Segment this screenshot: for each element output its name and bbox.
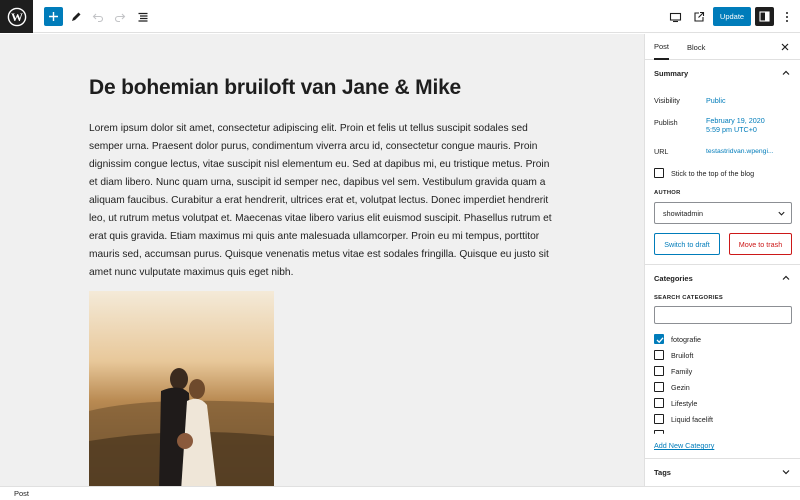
url-value[interactable]: testastridvan.wpengi... — [706, 147, 774, 157]
category-checkbox-partial[interactable] — [654, 430, 664, 434]
category-checkbox-bruiloft[interactable] — [654, 350, 664, 360]
author-label: AUTHOR — [654, 190, 681, 196]
view-post-icon[interactable] — [689, 7, 708, 26]
category-checkbox-lifestyle[interactable] — [654, 398, 664, 408]
category-label: Bruiloft — [671, 351, 694, 360]
visibility-value[interactable]: Public — [706, 96, 726, 106]
move-to-trash-button[interactable]: Move to trash — [729, 233, 792, 255]
add-block-icon[interactable] — [44, 7, 63, 26]
tools-pencil-icon[interactable] — [66, 7, 85, 26]
chevron-down-icon — [778, 211, 785, 216]
sticky-checkbox[interactable] — [654, 168, 664, 178]
redo-icon[interactable] — [110, 7, 129, 26]
search-categories-input[interactable] — [654, 306, 792, 324]
settings-sidebar-icon[interactable] — [755, 7, 774, 26]
summary-heading[interactable]: Summary — [654, 69, 688, 78]
divider — [645, 264, 800, 265]
svg-text:W: W — [11, 10, 23, 24]
wedding-couple-image[interactable] — [89, 291, 274, 486]
breadcrumb-bar: Post — [0, 486, 800, 500]
wordpress-logo-icon[interactable]: W — [0, 0, 33, 33]
publish-time[interactable]: 5:59 pm UTC+0 — [706, 125, 757, 135]
category-label: fotografie — [671, 335, 701, 344]
close-icon[interactable] — [780, 42, 790, 52]
divider — [645, 458, 800, 459]
add-new-category-link[interactable]: Add New Category — [654, 441, 714, 450]
options-more-icon[interactable] — [777, 7, 796, 26]
checkmark-icon — [656, 337, 664, 344]
post-paragraph[interactable]: Lorem ipsum dolor sit amet, consectetur … — [89, 120, 559, 282]
chevron-up-icon[interactable] — [781, 68, 791, 78]
post-title[interactable]: De bohemian bruiloft van Jane & Mike — [89, 76, 461, 100]
category-checkbox-liquid-facelift[interactable] — [654, 414, 664, 424]
category-checkbox-gezin[interactable] — [654, 382, 664, 392]
category-checkbox-family[interactable] — [654, 366, 664, 376]
update-button[interactable]: Update — [713, 7, 751, 26]
category-label: Family — [671, 367, 693, 376]
switch-to-draft-button[interactable]: Switch to draft — [654, 233, 720, 255]
editor-canvas[interactable]: De bohemian bruiloft van Jane & Mike Lor… — [0, 34, 644, 486]
url-label: URL — [654, 147, 669, 156]
chevron-down-icon[interactable] — [781, 467, 791, 477]
tab-post[interactable]: Post — [654, 34, 670, 60]
publish-label: Publish — [654, 118, 678, 127]
tags-heading[interactable]: Tags — [654, 468, 671, 477]
breadcrumb-post[interactable]: Post — [14, 489, 29, 498]
category-label: Lifestyle — [671, 399, 698, 408]
tab-block[interactable]: Block — [687, 34, 705, 60]
visibility-label: Visibility — [654, 96, 680, 105]
category-label: Liquid facelift — [671, 415, 713, 424]
undo-icon[interactable] — [88, 7, 107, 26]
sidebar-tabs: Post Block — [645, 34, 800, 60]
sticky-label: Stick to the top of the blog — [671, 169, 755, 178]
author-value: showitadmin — [663, 209, 703, 218]
categories-heading[interactable]: Categories — [654, 274, 693, 283]
chevron-up-icon[interactable] — [781, 273, 791, 283]
author-select[interactable]: showitadmin — [654, 202, 792, 224]
settings-sidebar: Post Block Summary Visibility Public Pub… — [644, 34, 800, 486]
search-categories-label: SEARCH CATEGORIES — [654, 295, 724, 301]
editor-top-bar: W Update — [0, 0, 800, 33]
category-checkbox-fotografie[interactable] — [654, 334, 664, 344]
category-label: Gezin — [671, 383, 690, 392]
list-view-icon[interactable] — [133, 7, 152, 26]
preview-desktop-icon[interactable] — [666, 7, 685, 26]
